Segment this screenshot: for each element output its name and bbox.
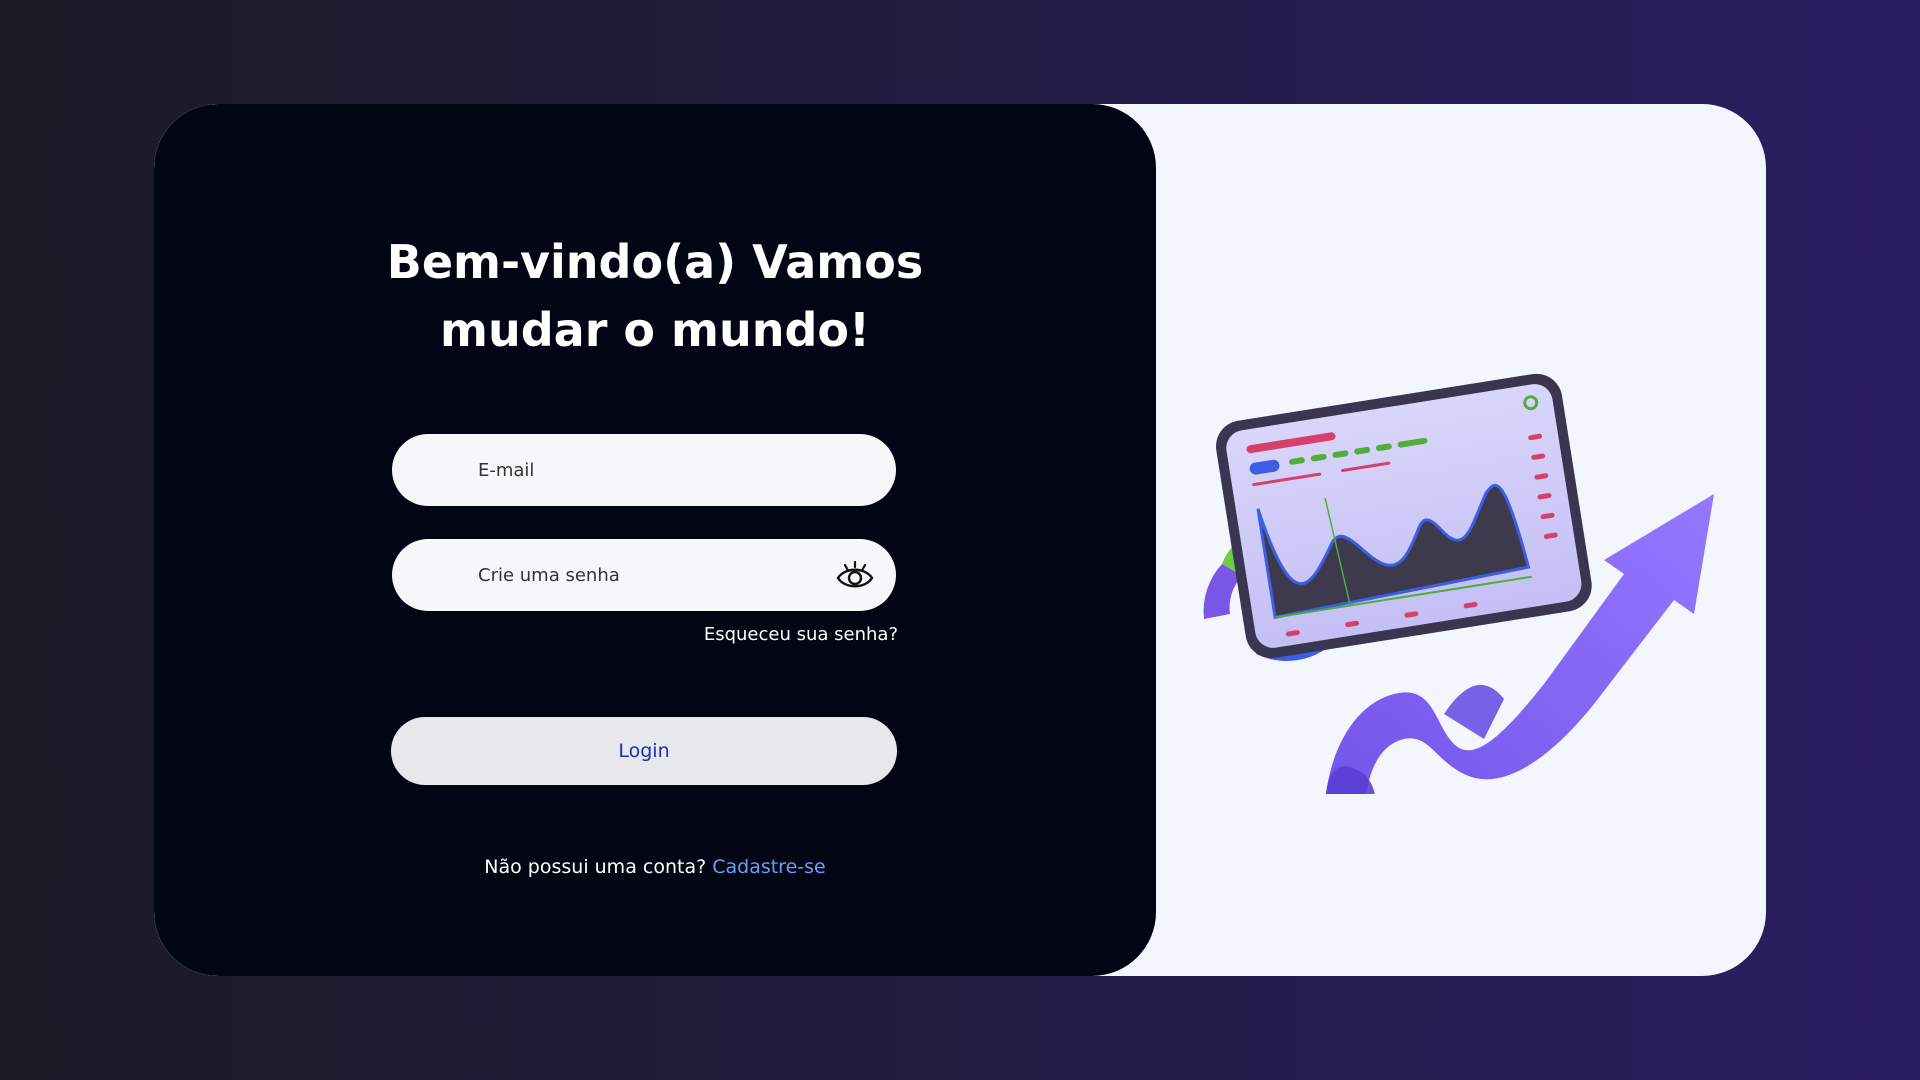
forgot-password-link[interactable]: Esqueceu sua senha?	[704, 624, 898, 645]
page-title: Bem-vindo(a) Vamos mudar o mundo!	[154, 228, 1156, 364]
signup-link[interactable]: Cadastre-se	[712, 856, 826, 878]
tablet-chart-arrow-illustration	[1203, 373, 1714, 794]
no-account-text: Não possui uma conta?	[484, 856, 707, 878]
title-line-2: mudar o mundo!	[440, 303, 870, 357]
password-field	[392, 539, 896, 611]
email-input[interactable]	[392, 434, 896, 506]
signup-prompt: Não possui uma conta? Cadastre-se	[154, 856, 1156, 878]
password-input[interactable]	[392, 539, 896, 611]
login-card: Bem-vindo(a) Vamos mudar o mundo! Esquec…	[154, 104, 1766, 976]
eye-icon[interactable]	[836, 557, 874, 593]
email-field	[392, 434, 896, 506]
login-panel: Bem-vindo(a) Vamos mudar o mundo! Esquec…	[154, 104, 1156, 976]
title-line-1: Bem-vindo(a) Vamos	[386, 235, 924, 289]
tablet-icon	[1216, 373, 1592, 659]
login-button[interactable]: Login	[391, 717, 897, 785]
